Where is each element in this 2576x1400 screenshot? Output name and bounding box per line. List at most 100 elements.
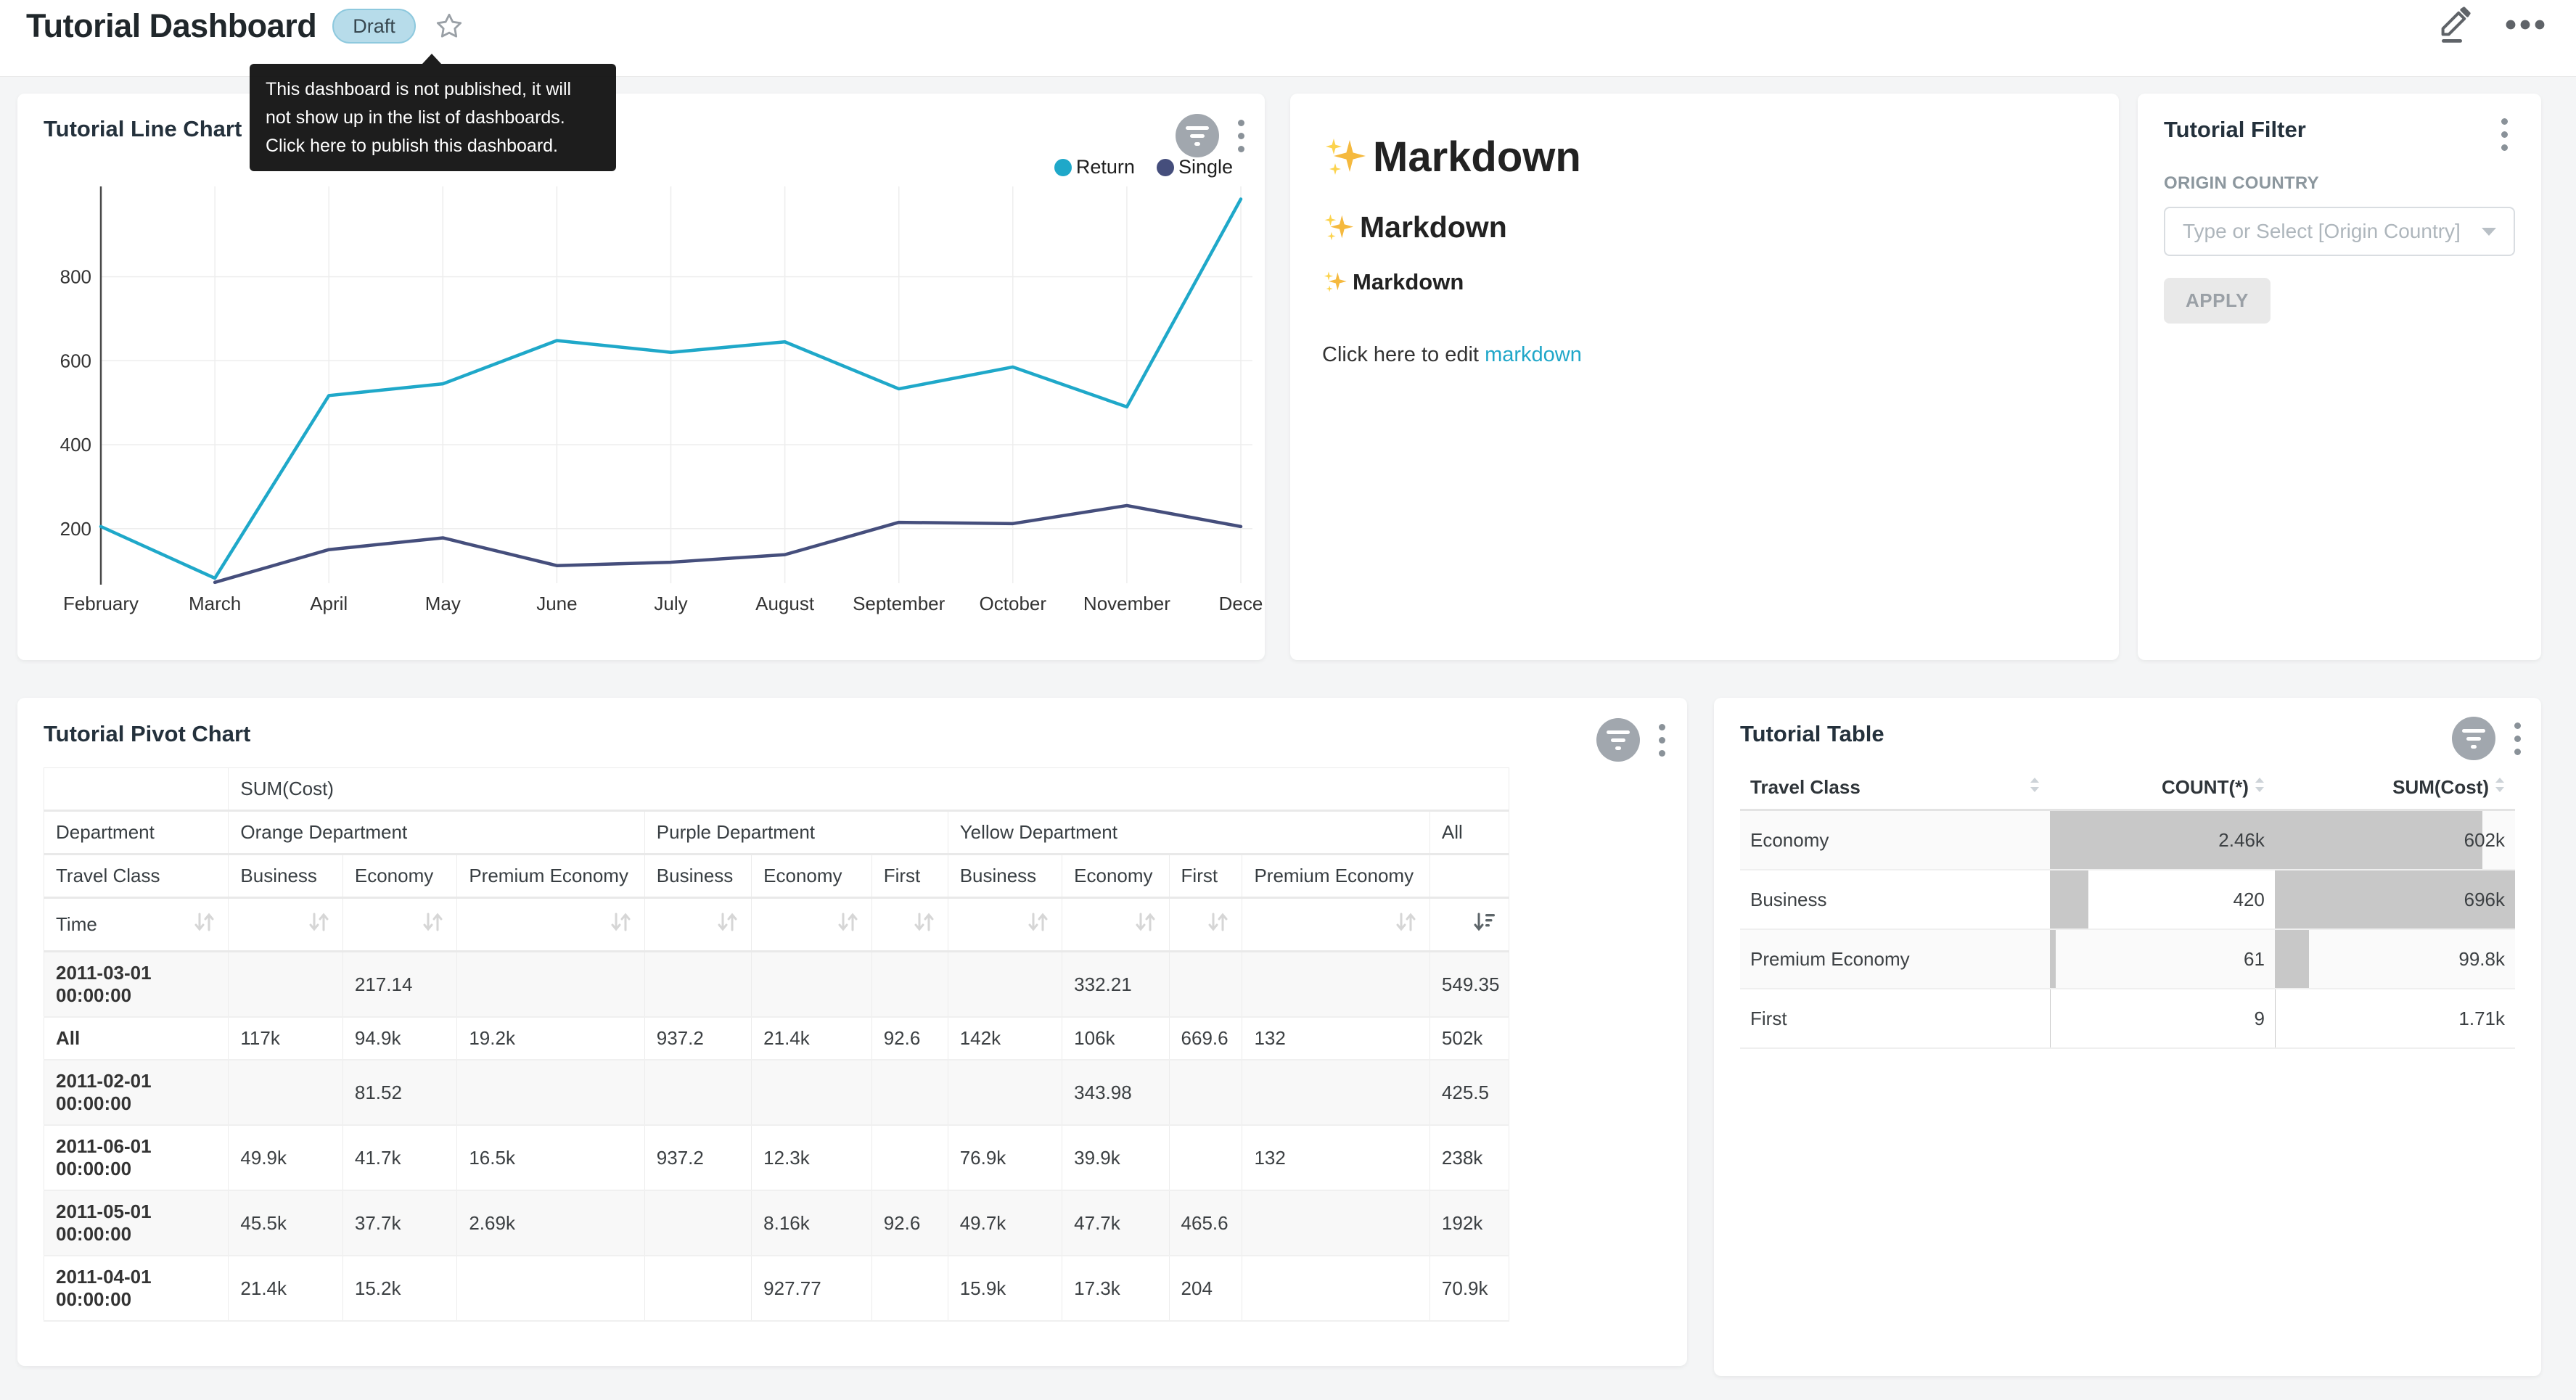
pivot-cell bbox=[871, 952, 948, 1018]
header-actions bbox=[2437, 6, 2550, 47]
sort-icon[interactable] bbox=[1205, 911, 1230, 938]
pivot-cell bbox=[229, 952, 342, 1018]
pivot-cell: 92.6 bbox=[871, 1017, 948, 1060]
pivot-cell bbox=[1169, 1125, 1242, 1190]
legend-item[interactable]: Return bbox=[1054, 156, 1135, 178]
pivot-column-header: Economy bbox=[342, 855, 456, 898]
markdown-paragraph: Click here to edit markdown bbox=[1322, 343, 2087, 367]
legend-label: Return bbox=[1076, 156, 1135, 178]
pivot-group-header: Purple Department bbox=[644, 811, 948, 855]
pivot-cell: 217.14 bbox=[342, 952, 456, 1018]
pivot-cell bbox=[752, 1060, 872, 1125]
legend-dot bbox=[1157, 159, 1174, 176]
pivot-cell: 204 bbox=[1169, 1256, 1242, 1321]
pivot-cell bbox=[1242, 1256, 1429, 1321]
applied-filters-icon[interactable] bbox=[2452, 717, 2495, 760]
pivot-row: 2011-02-01 00:00:0081.52343.98425.5 bbox=[44, 1060, 1509, 1125]
svg-text:February: February bbox=[63, 593, 139, 614]
table-column-header[interactable]: SUM(Cost) bbox=[2275, 766, 2515, 810]
filter-panel-title: Tutorial Filter bbox=[2164, 117, 2515, 143]
pivot-travel-class-label: Travel Class bbox=[44, 855, 229, 898]
value-text: 602k bbox=[2275, 820, 2515, 861]
column-label: Travel Class bbox=[1750, 776, 1861, 799]
sort-desc-icon[interactable] bbox=[1472, 911, 1497, 938]
pivot-row-label: 2011-02-01 00:00:00 bbox=[44, 1060, 229, 1125]
pivot-cell bbox=[1242, 1190, 1429, 1256]
pivot-cell bbox=[644, 1190, 751, 1256]
line-chart-panel: Tutorial Line Chart ReturnSingle 2004006… bbox=[17, 94, 1265, 660]
applied-filters-icon[interactable] bbox=[1176, 114, 1219, 157]
travel-class-cell: Business bbox=[1740, 870, 2050, 929]
sort-icon[interactable] bbox=[306, 911, 331, 938]
pivot-cell: 47.7k bbox=[1062, 1190, 1169, 1256]
pivot-cell: 927.77 bbox=[752, 1256, 872, 1321]
publish-tooltip: This dashboard is not published, it will… bbox=[250, 64, 616, 171]
pivot-row-label: 2011-03-01 00:00:00 bbox=[44, 952, 229, 1018]
pivot-cell: 49.7k bbox=[948, 1190, 1062, 1256]
pivot-cell bbox=[752, 952, 872, 1018]
svg-text:August: August bbox=[755, 593, 815, 614]
svg-text:Dece: Dece bbox=[1219, 593, 1263, 614]
pivot-column-header: Economy bbox=[1062, 855, 1169, 898]
sort-icon[interactable] bbox=[1393, 911, 1418, 938]
pivot-cell: 332.21 bbox=[1062, 952, 1169, 1018]
edit-pencil-icon[interactable] bbox=[2437, 6, 2472, 47]
markdown-edit-link[interactable]: markdown bbox=[1485, 343, 1582, 366]
pivot-cell: 937.2 bbox=[644, 1017, 751, 1060]
line-chart-plot: 200400600800FebruaryMarchAprilMayJuneJul… bbox=[17, 181, 1265, 660]
markdown-h1: Markdown bbox=[1322, 133, 2087, 181]
sort-icon[interactable] bbox=[608, 911, 633, 938]
draft-badge[interactable]: Draft bbox=[332, 9, 416, 44]
svg-text:October: October bbox=[980, 593, 1047, 614]
panel-menu-icon[interactable] bbox=[1234, 117, 1249, 155]
favorite-star-icon[interactable] bbox=[435, 12, 464, 41]
origin-country-select[interactable]: Type or Select [Origin Country] bbox=[2164, 207, 2515, 256]
sort-icon[interactable] bbox=[835, 911, 860, 938]
sort-icon[interactable] bbox=[420, 911, 445, 938]
pivot-cell: 39.9k bbox=[1062, 1125, 1169, 1190]
svg-text:400: 400 bbox=[60, 434, 91, 456]
pivot-row-label: All bbox=[44, 1017, 229, 1060]
apply-button[interactable]: APPLY bbox=[2164, 278, 2271, 324]
column-label: COUNT(*) bbox=[2162, 776, 2249, 799]
applied-filters-icon[interactable] bbox=[1596, 718, 1640, 762]
sort-icon[interactable] bbox=[192, 911, 216, 938]
pivot-cell: 41.7k bbox=[342, 1125, 456, 1190]
pivot-column-header: Business bbox=[229, 855, 342, 898]
more-menu-icon[interactable] bbox=[2505, 16, 2546, 37]
sort-icon[interactable] bbox=[715, 911, 739, 938]
sort-caret-icon bbox=[2495, 776, 2505, 799]
pivot-row: 2011-04-01 00:00:0021.4k15.2k927.7715.9k… bbox=[44, 1256, 1509, 1321]
table-column-header[interactable]: Travel Class bbox=[1740, 766, 2050, 810]
table-panel: Tutorial Table Travel ClassCOUNT(*)SUM(C… bbox=[1714, 698, 2541, 1376]
sparkles-icon bbox=[1322, 134, 1369, 181]
caret-down-icon bbox=[2482, 228, 2496, 236]
pivot-column-header: Premium Economy bbox=[457, 855, 644, 898]
table-column-header[interactable]: COUNT(*) bbox=[2050, 766, 2275, 810]
pivot-cell: 8.16k bbox=[752, 1190, 872, 1256]
legend-item[interactable]: Single bbox=[1157, 156, 1233, 178]
pivot-cell: 17.3k bbox=[1062, 1256, 1169, 1321]
sparkles-icon bbox=[1322, 269, 1348, 295]
pivot-cell: 238k bbox=[1429, 1125, 1509, 1190]
pivot-cell: 21.4k bbox=[229, 1256, 342, 1321]
value-text: 696k bbox=[2275, 879, 2515, 921]
pivot-department-label: Department bbox=[44, 811, 229, 855]
pivot-panel: Tutorial Pivot Chart SUM(Cost)Department… bbox=[17, 698, 1687, 1366]
sort-caret-icon bbox=[2030, 776, 2040, 799]
panel-menu-icon[interactable] bbox=[2497, 115, 2512, 154]
sort-icon[interactable] bbox=[911, 911, 936, 938]
sort-icon[interactable] bbox=[1133, 911, 1157, 938]
panel-menu-icon[interactable] bbox=[1654, 721, 1670, 759]
pivot-cell: 502k bbox=[1429, 1017, 1509, 1060]
sort-icon[interactable] bbox=[1025, 911, 1050, 938]
pivot-cell bbox=[948, 1060, 1062, 1125]
svg-text:200: 200 bbox=[60, 518, 91, 540]
pivot-cell bbox=[1242, 1060, 1429, 1125]
time-label: Time bbox=[56, 913, 97, 936]
sort-desc-active-cell bbox=[1429, 898, 1509, 952]
pivot-metric-header: SUM(Cost) bbox=[229, 768, 1509, 811]
pivot-row: 2011-03-01 00:00:00217.14332.21549.35 bbox=[44, 952, 1509, 1018]
panel-menu-icon[interactable] bbox=[2510, 720, 2525, 758]
table-row: Business420696k bbox=[1740, 870, 2515, 929]
